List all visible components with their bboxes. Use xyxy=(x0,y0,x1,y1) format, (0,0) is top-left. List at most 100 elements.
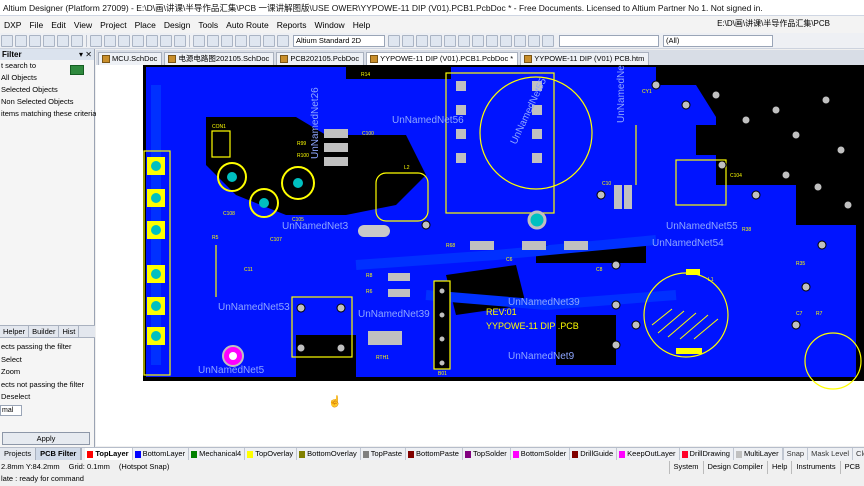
mask-mode-select[interactable]: mal xyxy=(0,404,22,416)
layer-color-swatch xyxy=(735,450,742,458)
polygon-icon[interactable] xyxy=(486,34,498,47)
layer-tab-drilldrawing[interactable]: DrillDrawing xyxy=(680,448,734,460)
tab-pcb202105[interactable]: PCB202105.PcbDoc xyxy=(276,52,365,65)
layer-tab-toplayer[interactable]: TopLayer xyxy=(85,448,133,460)
deselect-checkbox[interactable]: Deselect xyxy=(0,391,95,404)
clear-button[interactable]: Clear xyxy=(852,448,864,460)
fill-icon[interactable] xyxy=(472,34,484,47)
redo-icon[interactable] xyxy=(207,34,219,47)
layer-tab-keepoutlayer[interactable]: KeepOutLayer xyxy=(617,448,680,460)
layer-tab-bottomsolder[interactable]: BottomSolder xyxy=(511,448,571,460)
thru-pad xyxy=(296,343,306,353)
thru-pad xyxy=(741,115,751,125)
filter-panel: Filter ▾ ✕ t search to All Objects Selec… xyxy=(0,49,99,460)
layer-tab-topsolder[interactable]: TopSolder xyxy=(463,448,511,460)
select-area-icon[interactable] xyxy=(132,34,144,47)
tab-pcb-filter[interactable]: PCB Filter xyxy=(36,447,82,461)
tab-yypowe-pcbdoc[interactable]: YYPOWE-11 DIP (V01).PCB1.PcbDoc * xyxy=(366,52,519,65)
undo-icon[interactable] xyxy=(193,34,205,47)
paste-icon[interactable] xyxy=(118,34,130,47)
tab-yypowe-htm[interactable]: YYPOWE-11 DIP (V01) PCB.htm xyxy=(520,52,650,65)
menu-place[interactable]: Place xyxy=(131,20,160,30)
print-icon[interactable] xyxy=(43,34,55,47)
menu-edit[interactable]: Edit xyxy=(47,20,70,30)
all-filter-select[interactable]: (All) xyxy=(663,34,773,47)
menu-reports[interactable]: Reports xyxy=(273,20,311,30)
zoom-checkbox[interactable]: Zoom xyxy=(0,366,95,379)
thru-pad xyxy=(817,240,827,250)
tab-power-schdoc[interactable]: 电源电路图202105.SchDoc xyxy=(164,52,275,65)
layer-tab-mechanical4[interactable]: Mechanical4 xyxy=(189,448,246,460)
move-icon[interactable] xyxy=(146,34,158,47)
open-icon[interactable] xyxy=(15,34,27,47)
tab-history[interactable]: Hist xyxy=(59,326,80,337)
menu-tools[interactable]: Tools xyxy=(194,20,222,30)
route-icon[interactable] xyxy=(249,34,261,47)
schematic-doc-icon xyxy=(168,55,177,63)
menu-file[interactable]: File xyxy=(25,20,47,30)
grid-icon[interactable] xyxy=(221,34,233,47)
via-icon[interactable] xyxy=(430,34,442,47)
cap-c107-hole xyxy=(259,198,269,208)
selection-filter-select[interactable] xyxy=(559,34,659,47)
cut-icon[interactable] xyxy=(90,34,102,47)
tab-builder[interactable]: Builder xyxy=(29,326,60,337)
array-icon[interactable] xyxy=(542,34,554,47)
thru-pad xyxy=(296,303,306,313)
project-path[interactable]: E:\D\画\讲课\半导作品汇集\PCB xyxy=(717,18,830,29)
layer-tab-topoverlay[interactable]: TopOverlay xyxy=(245,448,298,460)
menu-auto-route[interactable]: Auto Route xyxy=(222,20,273,30)
select-checkbox[interactable]: Select xyxy=(0,354,95,367)
coordinate-icon[interactable] xyxy=(514,34,526,47)
folder-icon[interactable] xyxy=(388,34,400,47)
pad-icon[interactable] xyxy=(444,34,456,47)
apply-button[interactable]: Apply xyxy=(2,432,90,445)
menu-view[interactable]: View xyxy=(70,20,96,30)
view-config-select[interactable]: Altium Standard 2D xyxy=(293,34,385,47)
tab-helper[interactable]: Helper xyxy=(0,326,30,337)
panel-pin-close-icon[interactable]: ▾ ✕ xyxy=(79,49,92,60)
component-icon[interactable] xyxy=(402,34,414,47)
pencil-icon[interactable] xyxy=(263,34,275,47)
non-selected-objects-option[interactable]: Non Selected Objects xyxy=(0,96,94,108)
layer-tab-multilayer[interactable]: MultiLayer xyxy=(734,448,783,460)
new-icon[interactable] xyxy=(1,34,13,47)
pcb-canvas[interactable]: UnNamedNet56 UnNamedNet26 UnNamedNet3 Un… xyxy=(96,65,864,446)
rule-icon[interactable] xyxy=(235,34,247,47)
thru-pad xyxy=(438,335,446,343)
dimension-icon[interactable] xyxy=(528,34,540,47)
menu-dxp[interactable]: DXP xyxy=(0,20,25,30)
designator: C7 xyxy=(796,311,803,317)
string-icon[interactable] xyxy=(500,34,512,47)
selected-objects-option[interactable]: Selected Objects xyxy=(0,84,94,96)
tab-projects[interactable]: Projects xyxy=(0,447,37,461)
highlight-icon[interactable] xyxy=(277,34,289,47)
deselect-icon[interactable] xyxy=(160,34,172,47)
cross-icon[interactable] xyxy=(174,34,186,47)
mask-level-button[interactable]: Mask Level xyxy=(807,448,852,460)
menu-project[interactable]: Project xyxy=(96,20,130,30)
save-icon[interactable] xyxy=(29,34,41,47)
menu-window[interactable]: Window xyxy=(310,20,348,30)
tab-mcu-schdoc[interactable]: MCU.SchDoc xyxy=(98,52,163,65)
layer-tab-bottomoverlay[interactable]: BottomOverlay xyxy=(297,448,361,460)
zoom-in-icon[interactable] xyxy=(57,34,69,47)
menu-design[interactable]: Design xyxy=(160,20,194,30)
snap-button[interactable]: Snap xyxy=(782,448,808,460)
layer-tab-drillguide[interactable]: DrillGuide xyxy=(570,448,618,460)
pcb-board[interactable]: UnNamedNet56 UnNamedNet26 UnNamedNet3 Un… xyxy=(96,65,864,446)
arc-icon[interactable] xyxy=(458,34,470,47)
layer-bar-right: Snap Mask Level Clear xyxy=(782,448,864,460)
layer-tab-bottompaste[interactable]: BottomPaste xyxy=(406,448,463,460)
zoom-out-icon[interactable] xyxy=(71,34,83,47)
not-passing-filter-label: ects not passing the filter xyxy=(1,379,84,389)
cap-c108-hole xyxy=(227,172,237,182)
menu-help[interactable]: Help xyxy=(349,20,374,30)
terminal-hole xyxy=(151,193,161,203)
thru-pad xyxy=(611,260,621,270)
layer-tab-bottomlayer[interactable]: BottomLayer xyxy=(133,448,190,460)
wire-icon[interactable] xyxy=(416,34,428,47)
copy-icon[interactable] xyxy=(104,34,116,47)
thru-pad xyxy=(813,182,823,192)
layer-tab-toppaste[interactable]: TopPaste xyxy=(361,448,407,460)
